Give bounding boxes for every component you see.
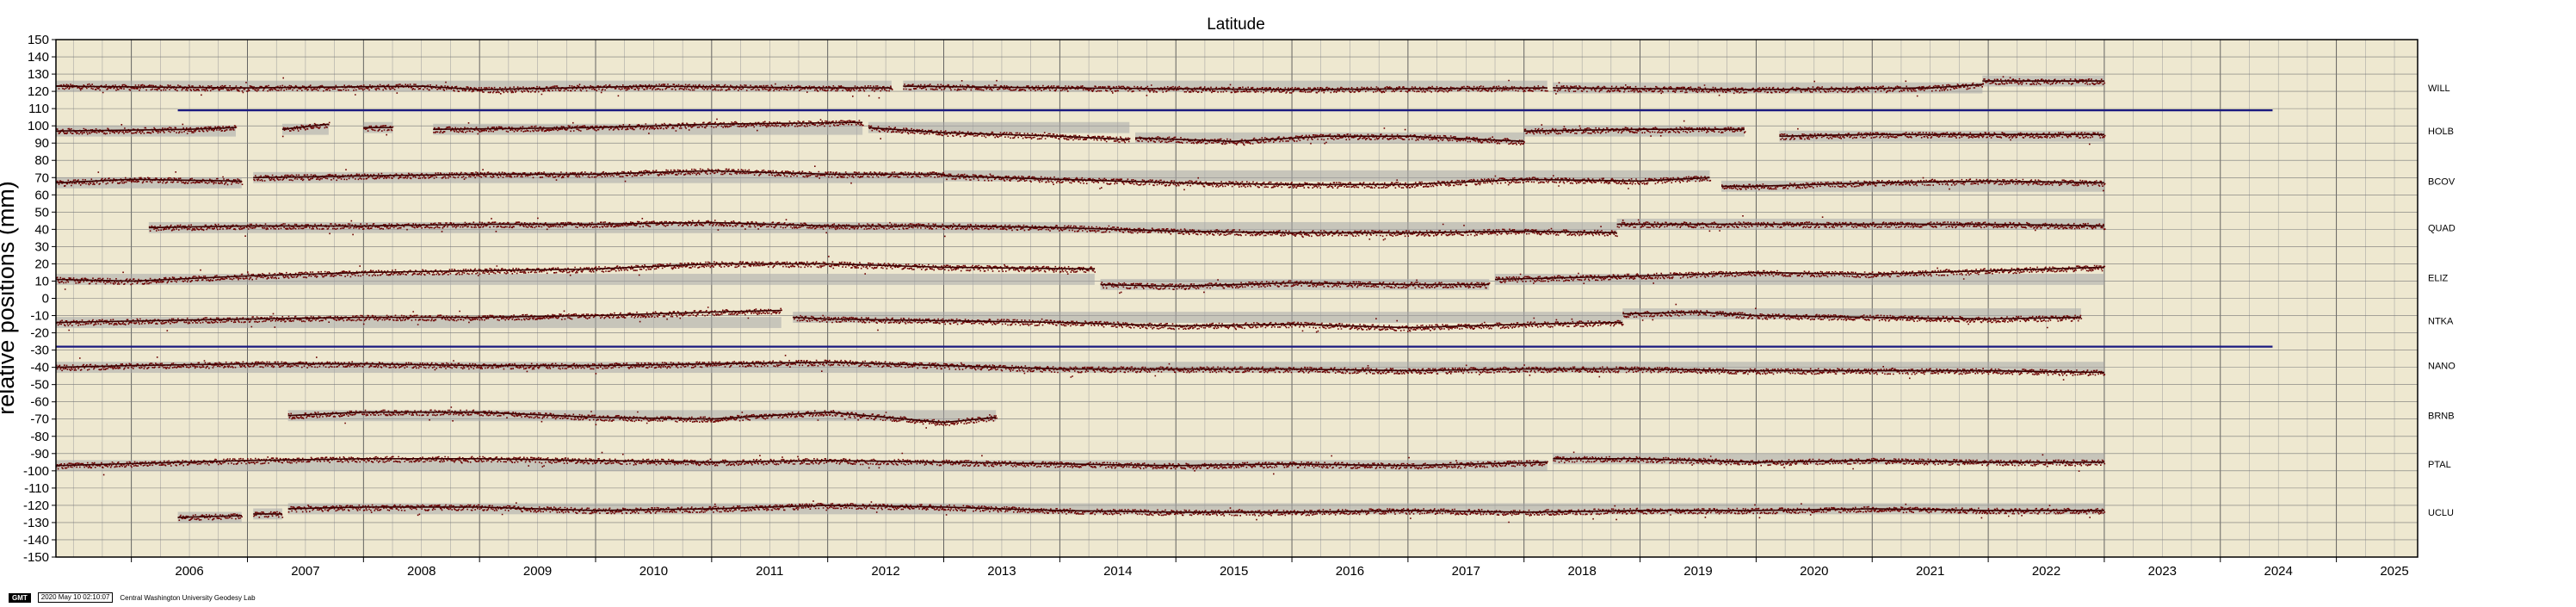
y-tick-label: -10 [30, 309, 49, 324]
station-label-brnb: BRNB [2428, 412, 2455, 422]
gmt-logo: GMT [9, 592, 31, 603]
y-tick-label: -80 [30, 430, 49, 444]
error-envelope [868, 121, 1130, 133]
y-tick-label: -150 [23, 550, 49, 565]
x-tick-label: 2009 [523, 564, 552, 579]
error-envelope [56, 274, 1095, 285]
x-tick-label: 2018 [1567, 564, 1596, 579]
y-tick-label: 0 [42, 292, 49, 307]
y-tick-label: -40 [30, 361, 49, 375]
footer: GMT 2020 May 10 02:10:07 Central Washing… [9, 592, 256, 603]
y-tick-label: 100 [28, 119, 49, 133]
timestamp: 2020 May 10 02:10:07 [37, 592, 114, 603]
y-tick-label: 30 [34, 239, 49, 254]
x-tick-label: 2007 [291, 564, 319, 579]
error-envelope [1622, 308, 2081, 319]
y-tick-label: -90 [30, 447, 49, 461]
y-tick-label: 110 [28, 102, 49, 116]
y-tick-label: -70 [30, 412, 49, 427]
y-tick-label: 150 [28, 33, 49, 47]
station-label-eliz: ELIZ [2428, 273, 2449, 283]
y-tick-label: 60 [34, 188, 49, 202]
station-label-ptal: PTAL [2428, 460, 2451, 470]
y-tick-label: -60 [30, 395, 49, 410]
y-tick-label: -30 [30, 344, 49, 358]
x-tick-label: 2015 [1220, 564, 1248, 579]
station-label-bcov: BCOV [2428, 177, 2456, 187]
station-label-quad: QUAD [2428, 223, 2456, 233]
y-tick-label: 10 [34, 274, 49, 288]
x-tick-label: 2013 [987, 564, 1016, 579]
station-label-nano: NANO [2428, 362, 2456, 372]
x-tick-label: 2010 [639, 564, 668, 579]
y-tick-label: -110 [24, 481, 49, 496]
station-labels: WILL HOLB BCOV QUAD ELIZ NTKA NANO BRNB PTAL UCLU [2428, 84, 2456, 518]
y-axis-label: relative positions (mm) [0, 181, 19, 415]
chart-title: Latitude [1207, 15, 1265, 34]
y-tick-label: -140 [23, 533, 49, 548]
y-tick-label: 120 [28, 84, 49, 99]
chart: Latitude 1501401301201101009080706050403… [0, 15, 2456, 579]
x-tick-label: 2021 [1916, 564, 1944, 579]
y-tick-label: 90 [34, 136, 49, 151]
station-label-holb: HOLB [2428, 127, 2454, 137]
x-tick-label: 2008 [407, 564, 436, 579]
x-tick-label: 2022 [2032, 564, 2060, 579]
y-tick-label: 140 [28, 50, 49, 65]
credit: Central Washington University Geodesy La… [120, 593, 256, 602]
x-axis-ticks: 2006 2007 2008 2009 2010 2011 2012 2013 2014 2015… [131, 557, 2409, 579]
station-label-ntka: NTKA [2428, 317, 2454, 327]
x-tick-label: 2025 [2380, 564, 2408, 579]
y-tick-label: 40 [34, 222, 49, 237]
x-tick-label: 2017 [1452, 564, 1480, 579]
y-tick-label: 80 [34, 153, 49, 168]
y-axis-ticks: 1501401301201101009080706050403020100-10… [23, 33, 56, 565]
y-tick-label: -100 [23, 464, 49, 479]
x-tick-label: 2016 [1336, 564, 1364, 579]
x-tick-label: 2023 [2148, 564, 2177, 579]
x-tick-label: 2012 [871, 564, 899, 579]
y-tick-label: -130 [23, 516, 49, 530]
x-tick-label: 2019 [1683, 564, 1712, 579]
plot-area [55, 39, 2418, 558]
y-tick-label: -20 [30, 326, 49, 341]
station-label-will: WILL [2428, 84, 2450, 94]
x-tick-label: 2020 [1800, 564, 1828, 579]
station-label-uclu: UCLU [2428, 508, 2454, 518]
x-tick-label: 2024 [2264, 564, 2293, 579]
y-tick-label: -50 [30, 378, 49, 393]
y-tick-label: 70 [34, 170, 49, 185]
error-envelope [793, 312, 1623, 323]
y-tick-label: -120 [23, 499, 49, 513]
x-tick-label: 2011 [756, 564, 783, 579]
x-tick-label: 2006 [175, 564, 203, 579]
x-tick-label: 2014 [1103, 564, 1132, 579]
y-tick-label: 50 [34, 205, 49, 220]
y-tick-label: 130 [28, 67, 49, 82]
y-tick-label: 20 [34, 257, 49, 271]
